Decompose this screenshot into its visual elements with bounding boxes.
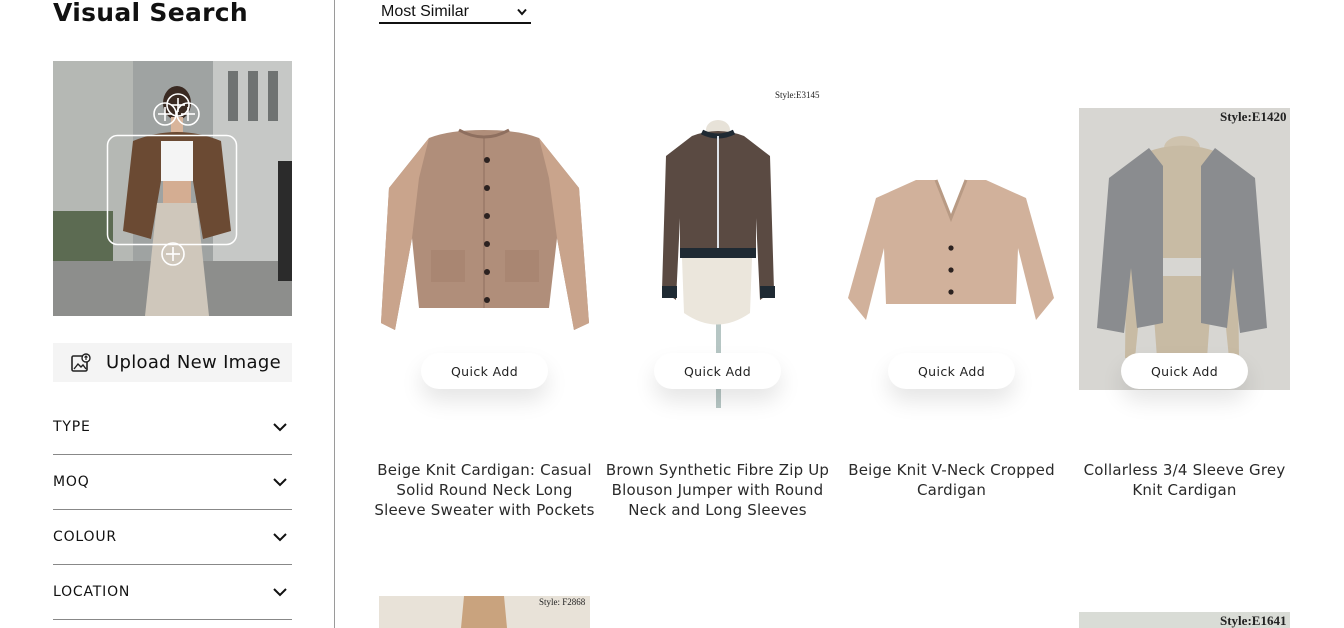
sidebar: Visual Search Upload New Image TYPE MOQ …: [0, 0, 335, 628]
upload-new-image-button[interactable]: Upload New Image: [53, 343, 292, 382]
product-image[interactable]: [846, 108, 1057, 390]
product-card[interactable]: Quick Add Beige Knit V-Neck Cropped Card…: [846, 108, 1057, 508]
product-image[interactable]: [379, 108, 590, 390]
style-code: Style:E3145: [775, 90, 820, 100]
product-name[interactable]: Beige Knit Cardigan: Casual Solid Round …: [371, 460, 598, 520]
chevron-down-icon: [517, 8, 527, 16]
quick-add-button[interactable]: Quick Add: [654, 353, 781, 389]
product-card[interactable]: Quick Add Beige Knit Cardigan: Casual So…: [374, 108, 594, 548]
filter-label: MOQ: [53, 474, 90, 490]
filter-colour[interactable]: COLOUR: [53, 510, 292, 565]
page-title: Visual Search: [53, 0, 248, 27]
search-image-preview[interactable]: [53, 61, 292, 316]
chevron-down-icon: [273, 423, 287, 432]
product-name[interactable]: Brown Synthetic Fibre Zip Up Blouson Jum…: [604, 460, 831, 520]
product-card[interactable]: Style:E1420 Quick Add Collarless 3/4 Sle…: [1079, 108, 1290, 508]
product-card[interactable]: Style:E3145 Quick Add Brown Synthetic Fi…: [606, 90, 829, 540]
style-code: Style:E1641: [1220, 613, 1287, 628]
chevron-down-icon: [273, 588, 287, 597]
product-card[interactable]: Style: F2868: [379, 596, 590, 628]
filter-label: LOCATION: [53, 584, 131, 600]
filter-moq[interactable]: MOQ: [53, 455, 292, 510]
product-card[interactable]: Style:E1641: [1079, 612, 1290, 628]
quick-add-button[interactable]: Quick Add: [1121, 353, 1248, 389]
sort-selected-value: Most Similar: [381, 3, 470, 20]
style-code: Style:E1420: [1220, 109, 1287, 124]
filter-type[interactable]: TYPE: [53, 400, 292, 455]
chevron-down-icon: [273, 478, 287, 487]
filter-label: COLOUR: [53, 529, 117, 545]
quick-add-button[interactable]: Quick Add: [421, 353, 548, 389]
product-name[interactable]: Beige Knit V-Neck Cropped Cardigan: [838, 460, 1065, 500]
image-upload-icon: [71, 352, 91, 372]
upload-button-label: Upload New Image: [106, 352, 281, 373]
sort-select[interactable]: Most Similar: [379, 2, 531, 24]
quick-add-button[interactable]: Quick Add: [888, 353, 1015, 389]
style-code: Style: F2868: [539, 597, 586, 607]
chevron-down-icon: [273, 533, 287, 542]
product-image[interactable]: [1079, 108, 1290, 390]
filter-location[interactable]: LOCATION: [53, 565, 292, 620]
product-name[interactable]: Collarless 3/4 Sleeve Grey Knit Cardigan: [1071, 460, 1298, 500]
filter-label: TYPE: [53, 419, 91, 435]
